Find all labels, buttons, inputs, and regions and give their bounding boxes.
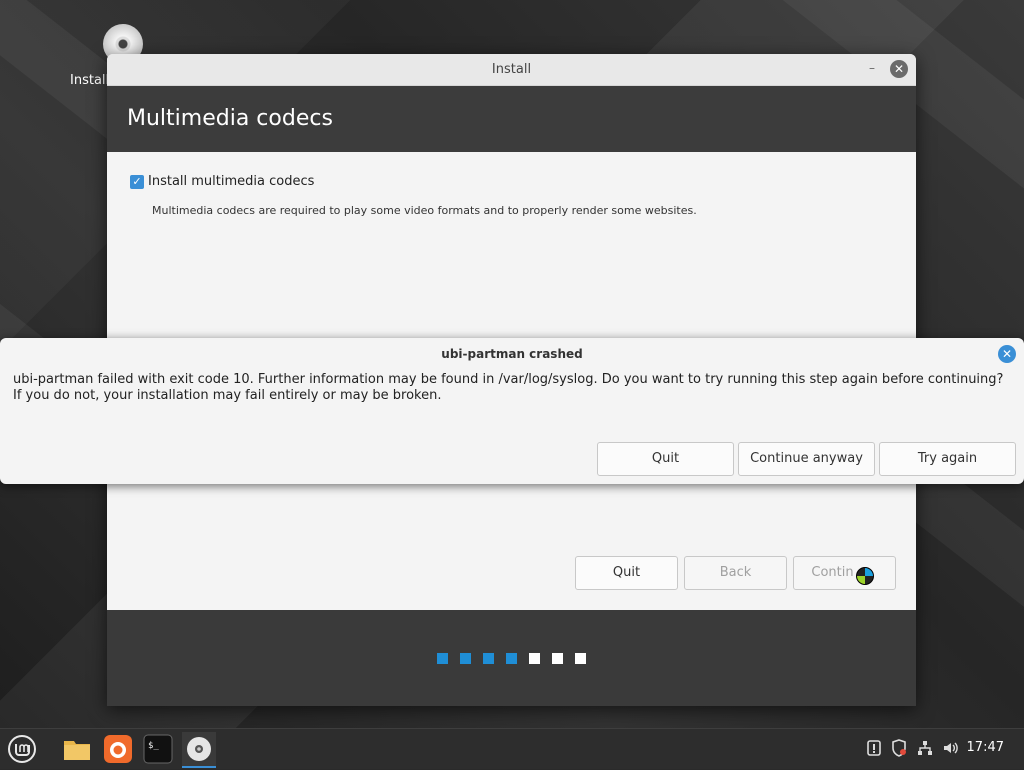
progress-step-done <box>437 653 448 664</box>
close-dialog-button[interactable]: ✕ <box>998 345 1016 363</box>
clock[interactable]: 17:47 <box>967 740 1004 755</box>
minimize-button[interactable]: – <box>866 62 878 74</box>
progress-step-pending <box>575 653 586 664</box>
menu-icon[interactable] <box>7 734 37 764</box>
progress-step-done <box>506 653 517 664</box>
progress-indicator <box>437 653 586 664</box>
network-icon[interactable] <box>917 739 933 762</box>
progress-step-pending <box>529 653 540 664</box>
crash-dialog: ubi-partman crashed ✕ ubi-partman failed… <box>0 338 1024 484</box>
try-again-button[interactable]: Try again <box>879 442 1016 476</box>
installer-disc-icon[interactable] <box>182 732 216 768</box>
back-button[interactable]: Back <box>684 556 787 590</box>
installer-footer <box>107 610 916 706</box>
quit-button[interactable]: Quit <box>575 556 678 590</box>
dialog-message: ubi-partman failed with exit code 10. Fu… <box>13 372 1004 403</box>
install-codecs-checkbox[interactable]: ✓ <box>130 174 144 189</box>
firefox-icon[interactable] <box>103 734 133 764</box>
svg-text:$_: $_ <box>148 741 159 751</box>
window-title: Install <box>491 62 532 77</box>
progress-step-pending <box>552 653 563 664</box>
install-codecs-label[interactable]: Install multimedia codecs <box>148 174 314 189</box>
terminal-icon[interactable]: $_ <box>143 734 173 764</box>
page-title: Multimedia codecs <box>127 106 333 131</box>
files-icon[interactable] <box>62 734 92 764</box>
codecs-checkbox-row[interactable]: ✓ Install multimedia codecs <box>130 174 314 189</box>
continue-anyway-button[interactable]: Continue anyway <box>738 442 875 476</box>
shield-icon[interactable] <box>891 739 907 762</box>
checkmark-icon: ✓ <box>132 174 142 188</box>
close-window-button[interactable]: ✕ <box>890 60 908 78</box>
dialog-title: ubi-partman crashed <box>441 347 583 361</box>
volume-icon[interactable] <box>942 739 960 762</box>
dialog-quit-button[interactable]: Quit <box>597 442 734 476</box>
desktop-icon-label: Install <box>70 73 110 88</box>
installer-titlebar[interactable]: Install – ✕ <box>107 54 916 86</box>
busy-cursor-icon <box>856 567 874 585</box>
codecs-description: Multimedia codecs are required to play s… <box>152 204 697 217</box>
progress-step-done <box>460 653 471 664</box>
progress-step-done <box>483 653 494 664</box>
continue-button[interactable]: Contin <box>793 556 896 590</box>
page-header: Multimedia codecs <box>107 86 916 153</box>
update-notice-icon[interactable] <box>866 739 882 762</box>
close-icon: ✕ <box>1001 347 1013 361</box>
close-icon: ✕ <box>893 62 905 76</box>
taskbar: $_ 17:47 <box>0 728 1024 769</box>
